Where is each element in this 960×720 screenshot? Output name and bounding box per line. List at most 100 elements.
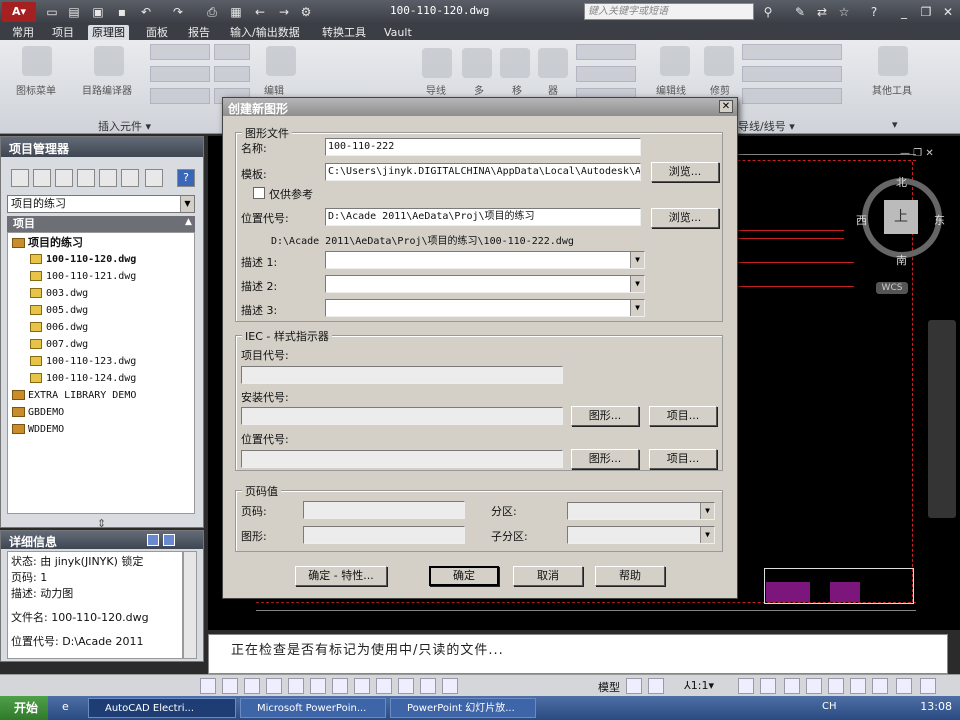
- exchange-icon[interactable]: ⇄: [814, 4, 830, 20]
- section-combo[interactable]: ▼: [567, 502, 715, 520]
- details-view-icon[interactable]: [147, 534, 159, 546]
- chevron-down-icon[interactable]: ▼: [700, 503, 714, 519]
- lineweight-icon[interactable]: [398, 678, 414, 694]
- restore-icon[interactable]: ❐: [918, 4, 934, 20]
- ribbon-small-button[interactable]: [214, 66, 250, 82]
- splitter-handle[interactable]: ⇕: [97, 517, 106, 530]
- dialog-close-button[interactable]: ✕: [719, 100, 733, 113]
- open-project-icon[interactable]: [11, 169, 29, 187]
- compass-west[interactable]: 西: [856, 212, 867, 228]
- chevron-down-icon[interactable]: ▼: [700, 527, 714, 543]
- preview-icon[interactable]: [163, 534, 175, 546]
- undo-icon[interactable]: ↶: [138, 4, 154, 20]
- otrack-icon[interactable]: [332, 678, 348, 694]
- transparency-icon[interactable]: [420, 678, 436, 694]
- viewcube-top-face[interactable]: 上: [884, 200, 918, 234]
- application-status-icon[interactable]: [872, 678, 888, 694]
- search-input[interactable]: 键入关键字或短语: [584, 3, 754, 20]
- compass-north[interactable]: 北: [896, 174, 907, 190]
- auto-scale-icon[interactable]: [760, 678, 776, 694]
- tree-drawing-item[interactable]: 003.dwg: [30, 286, 88, 302]
- ribbon-small-button[interactable]: [150, 88, 210, 104]
- install-drawing-button[interactable]: 图形...: [571, 406, 639, 426]
- browse-location-button[interactable]: 浏览...: [651, 208, 719, 228]
- task-powerpoint-slideshow[interactable]: PowerPoint 幻灯片放...: [390, 698, 536, 718]
- settings-icon[interactable]: [145, 169, 163, 187]
- ribbon-small-button[interactable]: [742, 88, 842, 104]
- refresh-icon[interactable]: [55, 169, 73, 187]
- snap-icon[interactable]: [222, 678, 238, 694]
- location-project-button[interactable]: 项目...: [649, 449, 717, 469]
- coordinates-icon[interactable]: [200, 678, 216, 694]
- description-2-combo[interactable]: ▼: [325, 275, 645, 293]
- command-line[interactable]: 正在检查是否有标记为使用中/只读的文件...: [208, 634, 948, 674]
- model-space-label[interactable]: 模型: [598, 679, 620, 695]
- template-field[interactable]: C:\Users\jinyk.DIGITALCHINA\AppData\Loca…: [325, 163, 641, 181]
- details-scrollbar[interactable]: [183, 551, 197, 659]
- quick-properties-icon[interactable]: [442, 678, 458, 694]
- cancel-button[interactable]: 取消: [513, 566, 583, 586]
- help-icon[interactable]: ?: [177, 169, 195, 187]
- workspace-icon[interactable]: ⚙: [298, 4, 314, 20]
- tree-drawing-item[interactable]: 100-110-123.dwg: [30, 354, 136, 370]
- status-menu-icon[interactable]: [920, 678, 936, 694]
- multi-wire-icon[interactable]: [462, 48, 492, 78]
- other-tools-expand[interactable]: ▾: [892, 118, 898, 131]
- task-powerpoint[interactable]: Microsoft PowerPoin...: [240, 698, 386, 718]
- chevron-down-icon[interactable]: ▼: [630, 300, 644, 316]
- ribbon-small-button[interactable]: [150, 66, 210, 82]
- task-autocad[interactable]: AutoCAD Electri...: [88, 698, 236, 718]
- wire-icon[interactable]: [422, 48, 452, 78]
- new-project-icon[interactable]: [33, 169, 51, 187]
- ducs-icon[interactable]: [354, 678, 370, 694]
- subsection-combo[interactable]: ▼: [567, 526, 715, 544]
- edit-icon[interactable]: [266, 46, 296, 76]
- other-tools-icon[interactable]: [878, 46, 908, 76]
- save-icon[interactable]: ▪: [114, 4, 130, 20]
- annotation-visibility-icon[interactable]: [738, 678, 754, 694]
- trim-icon[interactable]: [704, 46, 734, 76]
- group-wire-numbers[interactable]: 导线/线号 ▾: [738, 118, 795, 134]
- save-as-icon[interactable]: ▣: [90, 4, 106, 20]
- ribbon-small-button[interactable]: [150, 44, 210, 60]
- compass-south[interactable]: 南: [896, 252, 907, 268]
- install-project-button[interactable]: 项目...: [649, 406, 717, 426]
- isolate-objects-icon[interactable]: [850, 678, 866, 694]
- page-field[interactable]: [303, 501, 465, 519]
- ribbon-small-button[interactable]: [742, 66, 842, 82]
- minimize-icon[interactable]: _: [896, 4, 912, 20]
- drawing-field[interactable]: [303, 526, 465, 544]
- location-field[interactable]: D:\Acade 2011\AeData\Proj\项目的练习: [325, 208, 641, 226]
- surfer-icon[interactable]: [121, 169, 139, 187]
- annotation-scale[interactable]: ⅄1:1▾: [684, 679, 714, 692]
- chevron-down-icon[interactable]: ▼: [630, 276, 644, 292]
- location-code-field[interactable]: [241, 450, 563, 468]
- osnap-icon[interactable]: [310, 678, 326, 694]
- forward-icon[interactable]: →: [276, 4, 292, 20]
- compass-east[interactable]: 东: [934, 212, 945, 228]
- project-select[interactable]: 项目的练习 ▼: [7, 195, 195, 213]
- navigation-bar[interactable]: [928, 320, 956, 518]
- ribbon-small-button[interactable]: [742, 44, 842, 60]
- language-indicator[interactable]: CH: [822, 701, 837, 712]
- tree-project-node[interactable]: 项目的练习: [12, 235, 83, 251]
- quick-view-drawings-icon[interactable]: [648, 678, 664, 694]
- ribbon-small-button[interactable]: [576, 66, 636, 82]
- start-button[interactable]: 开始: [0, 696, 48, 720]
- ribbon-small-button[interactable]: [214, 44, 250, 60]
- tab-home[interactable]: 常用: [8, 25, 38, 40]
- quick-view-layouts-icon[interactable]: [626, 678, 642, 694]
- ribbon-small-button[interactable]: [576, 44, 636, 60]
- print-icon[interactable]: ⎙: [204, 4, 220, 20]
- circuit-builder-icon[interactable]: [94, 46, 124, 76]
- help-button[interactable]: 帮助: [595, 566, 665, 586]
- description-3-combo[interactable]: ▼: [325, 299, 645, 317]
- tab-vault[interactable]: Vault: [380, 25, 416, 40]
- icon-menu-icon[interactable]: [22, 46, 52, 76]
- workspace-switch-icon[interactable]: [784, 678, 800, 694]
- location-drawing-button[interactable]: 图形...: [571, 449, 639, 469]
- clean-screen-icon[interactable]: [896, 678, 912, 694]
- open-icon[interactable]: ▤: [66, 4, 82, 20]
- chevron-down-icon[interactable]: ▼: [630, 252, 644, 268]
- binoculars-icon[interactable]: ⚲: [760, 4, 776, 20]
